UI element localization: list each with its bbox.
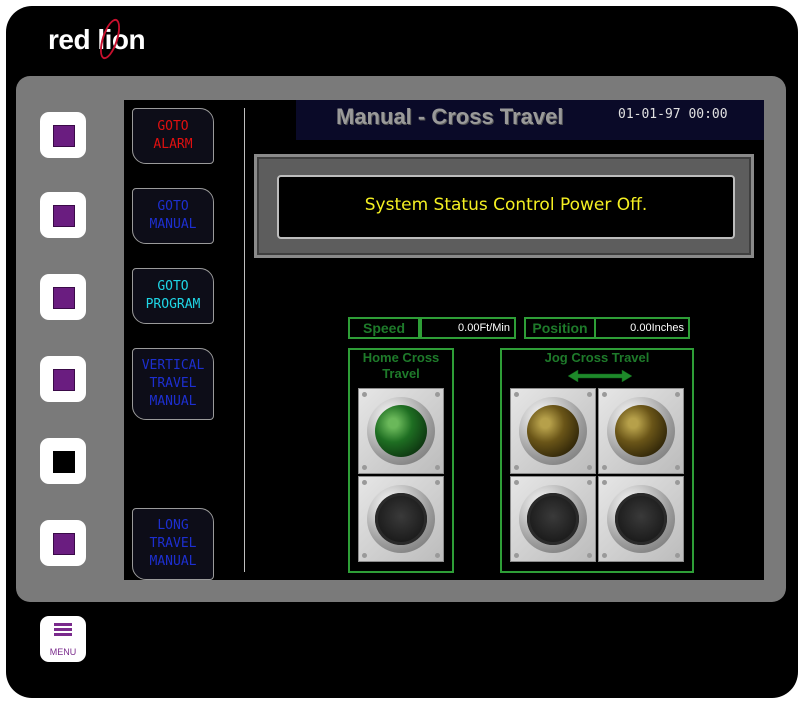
screw-icon [602,465,607,470]
softkey-6[interactable] [40,520,86,566]
jog-reverse-button[interactable] [510,476,596,562]
home-indicator-light [358,388,444,474]
position-label: Position [524,317,596,339]
goto-manual-button[interactable]: GOTO MANUAL [132,188,214,244]
softkey-5-face [53,451,75,473]
home-indicator-bezel [367,397,435,465]
home-cross-travel-button[interactable] [358,476,444,562]
goto-alarm-button[interactable]: GOTO ALARM [132,108,214,164]
screw-icon [435,553,440,558]
screw-icon [435,392,440,397]
goto-program-label: GOTO PROGRAM [145,279,201,312]
screw-icon [362,392,367,397]
jog-forward-indicator-lens [615,405,667,457]
screw-icon [362,553,367,558]
menu-label: MENU [49,647,77,657]
softkey-3[interactable] [40,274,86,320]
screw-icon [514,553,519,558]
jog-forward-indicator-bezel [607,397,675,465]
screw-icon [587,392,592,397]
screw-icon [435,465,440,470]
screw-icon [587,480,592,485]
home-indicator-lens [375,405,427,457]
date-time-readout: 01-01-97 00:00 [618,107,728,122]
jog-reverse-indicator-lens [527,405,579,457]
jog-forward-button[interactable] [598,476,684,562]
screw-icon [675,465,680,470]
screw-icon [602,480,607,485]
screw-icon [587,465,592,470]
speed-value: 0.00Ft/Min [420,317,516,339]
status-panel: System Status Control Power Off. [254,154,754,258]
page-title: Manual - Cross Travel [336,104,564,129]
screw-icon [675,392,680,397]
screw-icon [362,465,367,470]
home-cross-travel-panel: Home Cross Travel [348,348,454,573]
menu-icon [54,623,72,639]
jog-reverse-indicator-light [510,388,596,474]
softkey-4-face [53,369,75,391]
screw-icon [587,553,592,558]
home-button-face [375,493,427,545]
status-display: System Status Control Power Off. [277,175,735,239]
softkey-1[interactable] [40,112,86,158]
screw-icon [435,480,440,485]
softkey-1-face [53,125,75,147]
title-bar: Manual - Cross Travel 01-01-97 00:00 [296,100,764,140]
screw-icon [514,465,519,470]
position-value: 0.00Inches [594,317,690,339]
jog-forward-button-face [615,493,667,545]
softkey-4[interactable] [40,356,86,402]
menu-button[interactable]: MENU [40,616,86,662]
jog-cross-travel-title: Jog Cross Travel [544,350,650,365]
screw-icon [675,553,680,558]
softkey-2-face [53,205,75,227]
softkey-3-face [53,287,75,309]
screw-icon [602,553,607,558]
screw-icon [514,480,519,485]
goto-alarm-label: GOTO ALARM [153,119,193,152]
vertical-travel-manual-label: VERTICAL TRAVEL MANUAL [141,358,205,409]
jog-reverse-button-face [527,493,579,545]
long-travel-manual-label: LONG TRAVEL MANUAL [149,518,197,569]
screw-icon [675,480,680,485]
softkey-6-face [53,533,75,555]
sidebar-divider [244,108,245,572]
screw-icon [362,480,367,485]
screw-icon [602,392,607,397]
double-arrow-left-right-icon [568,370,632,382]
jog-reverse-button-bezel [519,485,587,553]
softkey-5[interactable] [40,438,86,484]
hmi-screen: GOTO ALARM GOTO MANUAL GOTO PROGRAM VERT… [124,100,764,580]
long-travel-manual-button[interactable]: LONG TRAVEL MANUAL [132,508,214,580]
home-button-bezel [367,485,435,553]
status-message: System Status Control Power Off. [364,195,648,215]
jog-forward-indicator-light [598,388,684,474]
softkey-2[interactable] [40,192,86,238]
screw-icon [514,392,519,397]
jog-reverse-indicator-bezel [519,397,587,465]
speed-label: Speed [348,317,420,339]
vertical-travel-manual-button[interactable]: VERTICAL TRAVEL MANUAL [132,348,214,420]
home-cross-travel-title: Home Cross Travel [362,350,440,381]
jog-cross-travel-panel: Jog Cross Travel [500,348,694,573]
red-lion-logo: red lion [48,24,146,55]
goto-program-button[interactable]: GOTO PROGRAM [132,268,214,324]
goto-manual-label: GOTO MANUAL [149,199,197,232]
jog-forward-button-bezel [607,485,675,553]
